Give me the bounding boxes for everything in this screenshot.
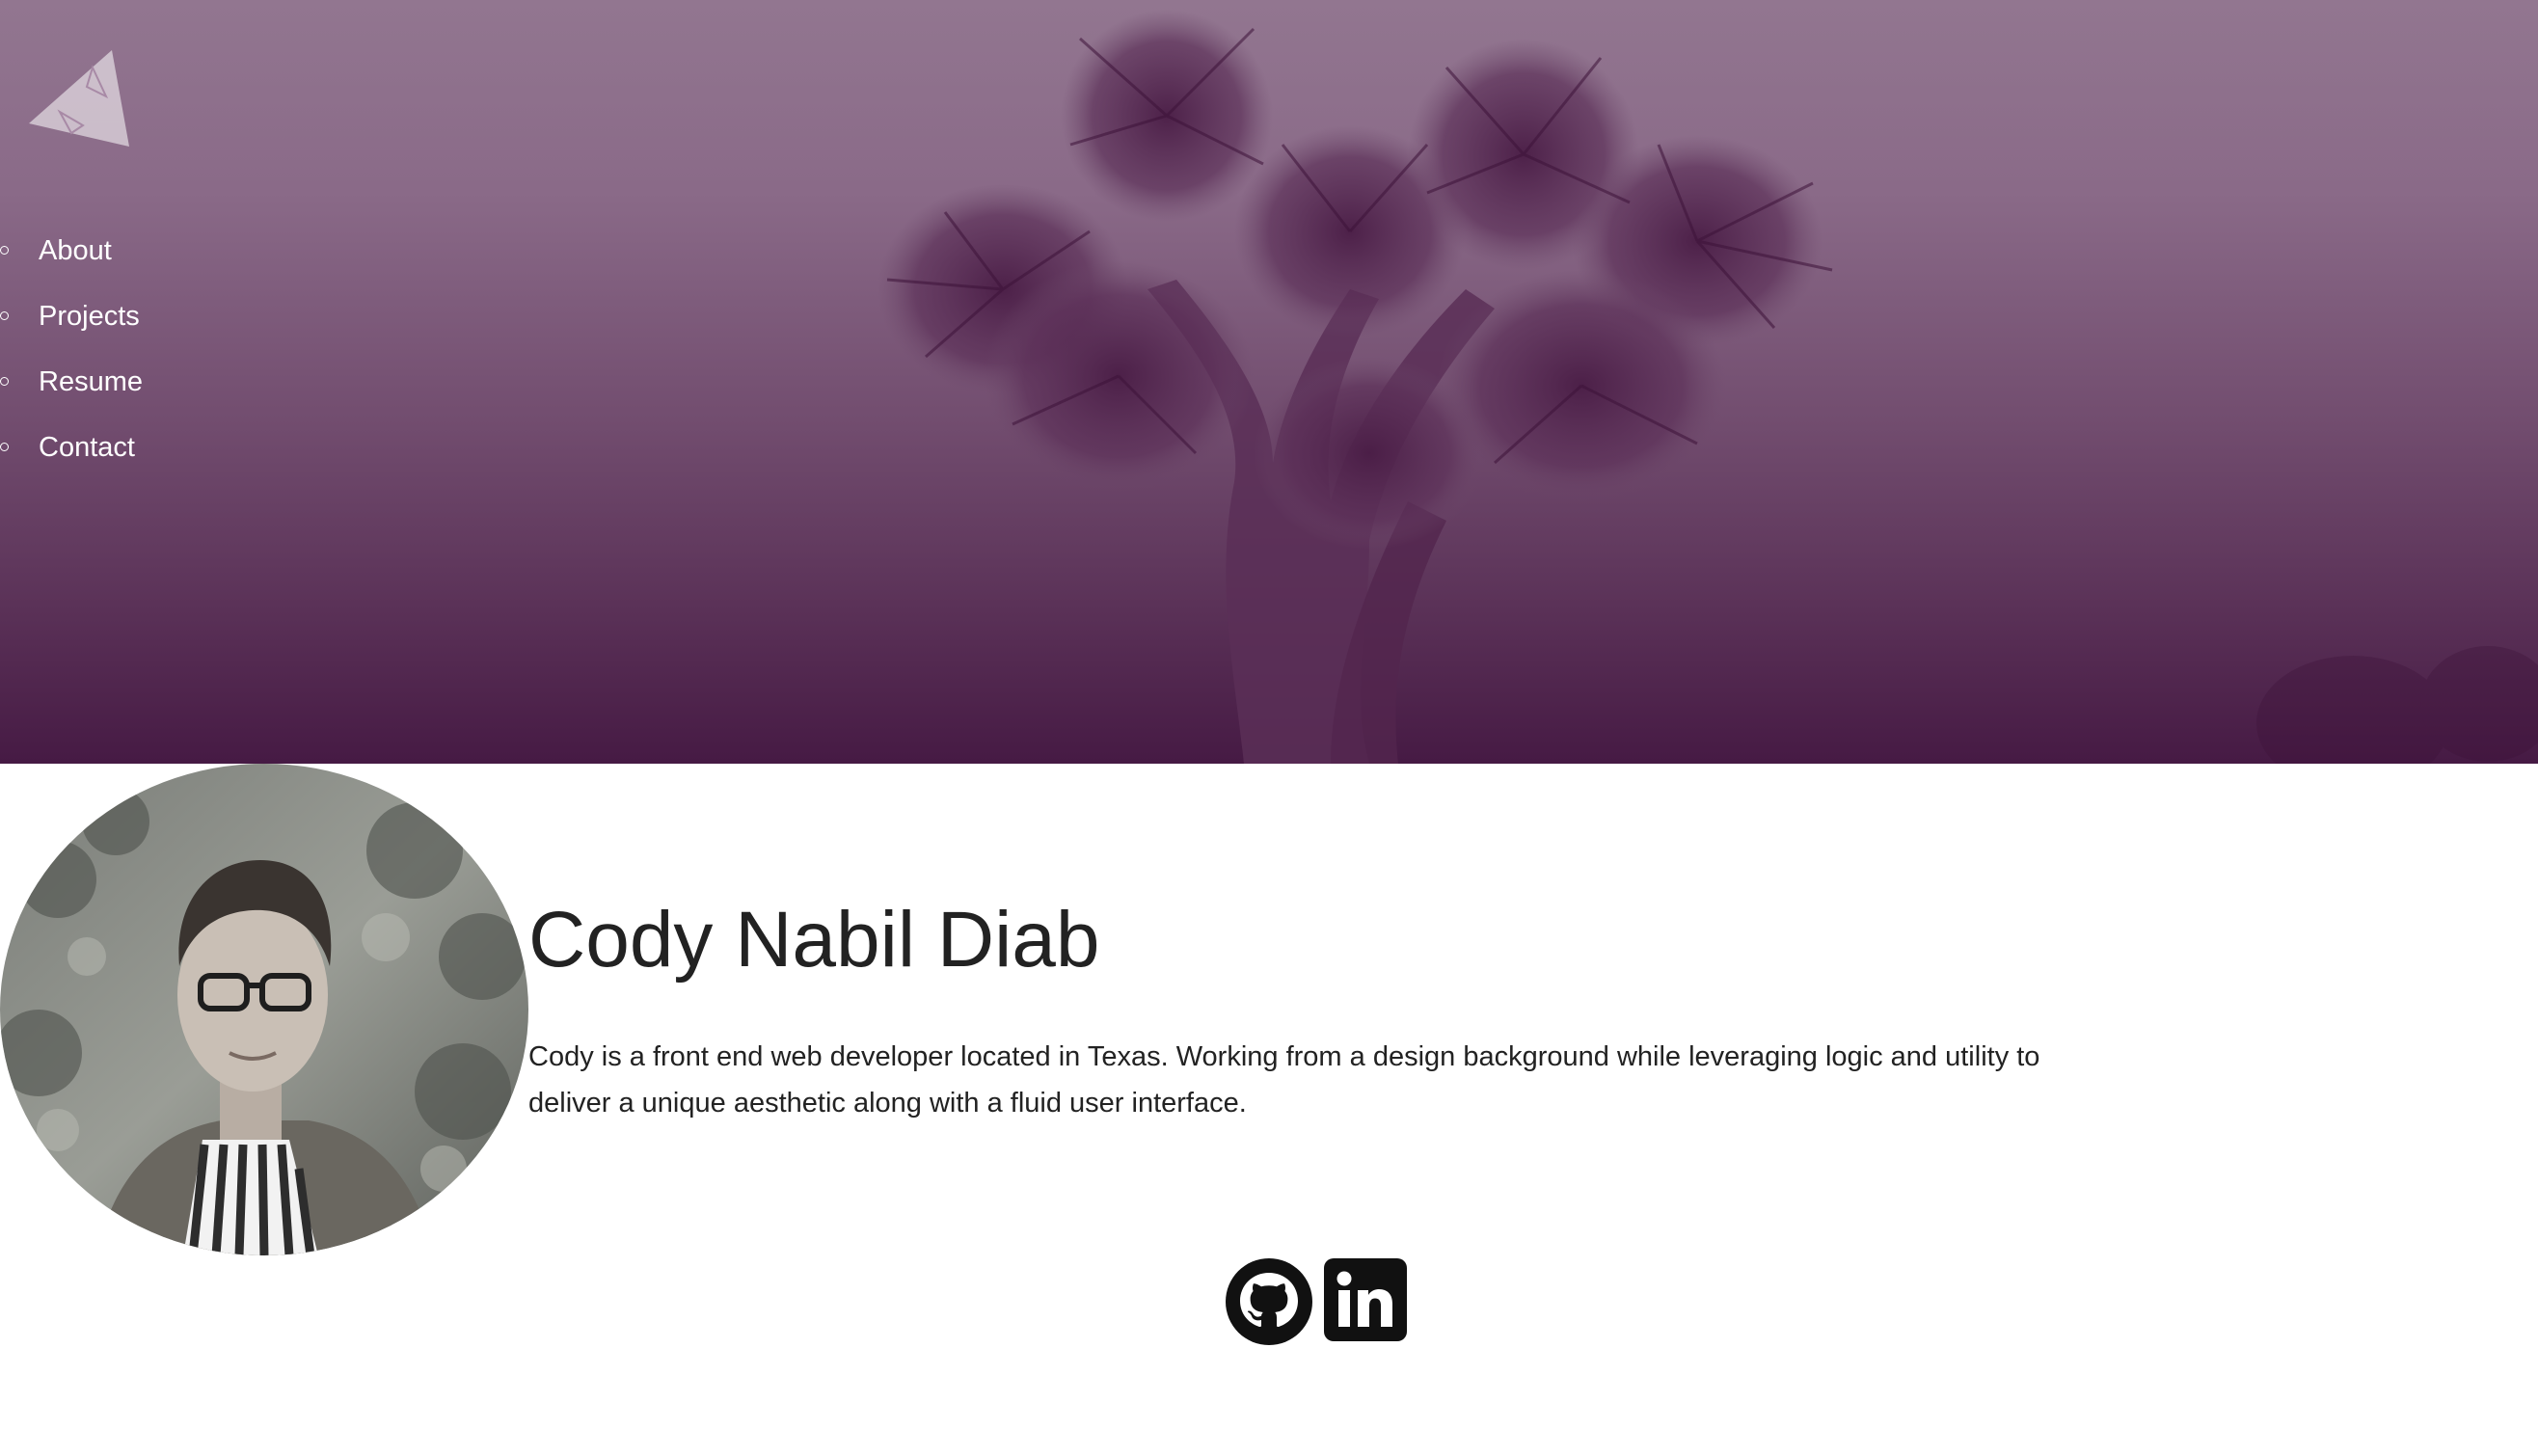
nav-item-label: About	[39, 234, 112, 266]
social-links	[1225, 1257, 1412, 1346]
github-icon	[1226, 1258, 1312, 1345]
main-nav: About Projects Resume Contact	[0, 218, 143, 480]
profile-photo	[0, 764, 528, 1255]
bullet-icon	[0, 311, 9, 320]
nav-item-label: Resume	[39, 365, 143, 397]
linkedin-icon	[1324, 1258, 1407, 1341]
logo-icon[interactable]	[25, 44, 131, 152]
nav-item-label: Contact	[39, 431, 135, 463]
linkedin-link[interactable]	[1323, 1257, 1412, 1346]
nav-item-resume[interactable]: Resume	[0, 349, 143, 415]
profile-name: Cody Nabil Diab	[528, 896, 1100, 984]
bullet-icon	[0, 377, 9, 386]
profile-bio: Cody is a front end web developer locate…	[528, 1041, 2040, 1119]
bullet-icon	[0, 246, 9, 255]
joshua-tree-image	[878, 10, 1833, 764]
nav-item-about[interactable]: About	[0, 218, 143, 283]
github-link[interactable]	[1225, 1257, 1313, 1346]
hero-banner: About Projects Resume Contact	[0, 0, 2538, 764]
bullet-icon	[0, 443, 9, 451]
nav-item-projects[interactable]: Projects	[0, 283, 143, 349]
portrait-image	[0, 764, 528, 1255]
nav-item-contact[interactable]: Contact	[0, 415, 143, 480]
nav-item-label: Projects	[39, 300, 140, 332]
bush-image	[2256, 646, 2538, 764]
